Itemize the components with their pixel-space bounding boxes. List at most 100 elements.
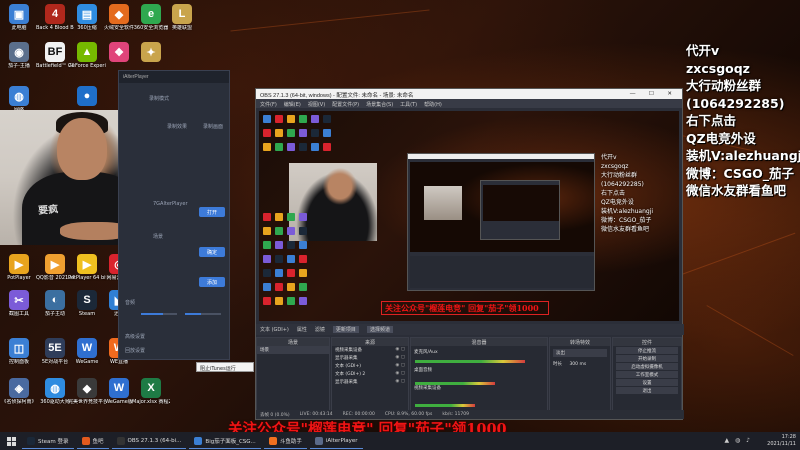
- desktop-icon[interactable]: ▲GeForce Experience: [68, 42, 106, 76]
- obs-preview[interactable]: 代开v zxcsgoqz 大行动粉丝群 (1064292285) 右下点击 QZ电竞外设装…: [259, 111, 679, 321]
- preview-icon: [299, 283, 307, 291]
- source-item[interactable]: 视频采集设备 ◉ ▢: [332, 346, 408, 354]
- source-name: 显示器采集: [335, 380, 358, 385]
- desktop-icon[interactable]: ▶ PotPlayer: [2, 254, 36, 288]
- visibility-eye-icon[interactable]: ◉ ▢: [395, 379, 405, 385]
- obs-control-button[interactable]: 工作室模式: [616, 371, 678, 378]
- taskbar-item[interactable]: Steam 登录: [22, 433, 74, 449]
- desktop-icon[interactable]: ◆ 火绒安全软件: [102, 4, 136, 38]
- obs-control-button[interactable]: 设置: [616, 379, 678, 386]
- source-name: 文本 (GDI+) 2: [335, 372, 366, 377]
- desktop-icon[interactable]: e 360安全浏览器: [134, 4, 168, 38]
- preview-icon: [323, 115, 331, 123]
- desktop-icon[interactable]: S Steam: [70, 290, 104, 324]
- transition-select[interactable]: 淡出: [553, 349, 607, 357]
- source-item[interactable]: 显示器采集 ◉ ▢: [332, 354, 408, 362]
- obs-menu-item[interactable]: 文件(F): [260, 101, 277, 108]
- source-name: 显示器采集: [335, 356, 358, 361]
- visibility-eye-icon[interactable]: ◉ ▢: [395, 347, 405, 353]
- overlay-line: 右下点击: [686, 113, 737, 128]
- clock[interactable]: 17:28 2021/11/11: [767, 434, 796, 448]
- obs-menubar: 文件(F) 编辑(E) 视图(V) 配置文件(P) 场景集合(S) 工具(T) 帮助(H): [256, 99, 682, 108]
- source-item[interactable]: 显示器采集 ◉ ▢: [332, 378, 408, 386]
- desktop-icon[interactable]: ▤ 360压缩: [70, 4, 104, 38]
- obs-menu-item[interactable]: 帮助(H): [424, 101, 442, 108]
- obs-menu-item[interactable]: 编辑(E): [284, 101, 301, 108]
- obs-menu-item[interactable]: 工具(T): [400, 101, 417, 108]
- preview-icon: [263, 255, 271, 263]
- app-icon: ◆: [109, 4, 129, 24]
- taskbar-item[interactable]: 鱼吧: [76, 433, 109, 449]
- desktop-icon[interactable]: 5E 5E对战平台: [38, 338, 72, 372]
- scenes-header: 场景: [257, 338, 329, 346]
- ialter-screen-label[interactable]: 录制画面: [203, 123, 223, 130]
- transition-duration[interactable]: 时长 300 ms: [550, 360, 610, 368]
- update-item-button[interactable]: 更新项目: [332, 326, 359, 333]
- desktop-icon[interactable]: ◉ 茄子-主播: [2, 42, 36, 76]
- desktop-icon[interactable]: 4Back 4 Blood Beta: [36, 4, 74, 38]
- obs-menu-item[interactable]: 配置文件(P): [332, 101, 359, 108]
- ialterplayer-window[interactable]: iAlterPlayer 录制模式 录制效果 录制画面 7GAlterPlaye…: [118, 70, 230, 360]
- start-button[interactable]: [0, 432, 22, 450]
- desktop-icon[interactable]: W WeGame版: [102, 378, 136, 412]
- desktop-icon[interactable]: ▶QQ影音 20210415...: [36, 254, 74, 288]
- preview-icon: [287, 297, 295, 305]
- ialter-confirm-button[interactable]: 确定: [199, 247, 225, 257]
- preview-icon: [287, 227, 295, 235]
- preview-icon: [287, 129, 295, 137]
- ialter-effect-label[interactable]: 录制效果: [167, 123, 187, 130]
- visibility-eye-icon[interactable]: ◉ ▢: [395, 371, 405, 377]
- desktop-icon[interactable]: ▶ PotPlayer 64 bit: [68, 254, 106, 288]
- obs-control-button[interactable]: 开始录制: [616, 355, 678, 362]
- visibility-eye-icon[interactable]: ◉ ▢: [395, 363, 405, 369]
- obs-menu-item[interactable]: 场景集合(S): [366, 101, 393, 108]
- desktop-icon[interactable]: ◆ 完美世界竞技平台: [68, 378, 106, 412]
- sources-header: 来源: [332, 338, 408, 346]
- obs-titlebar[interactable]: OBS 27.1.3 (64-bit, windows) - 配置文件: 未命名…: [256, 89, 682, 99]
- preview-icon: [311, 143, 319, 151]
- app-icon: ◍: [9, 86, 29, 106]
- obs-window[interactable]: OBS 27.1.3 (64-bit, windows) - 配置文件: 未命名…: [255, 88, 684, 420]
- desktop-icon[interactable]: BFBattlefield™ 2042 Ope...: [36, 42, 74, 76]
- select-channel-button[interactable]: 选择频道: [366, 326, 393, 333]
- scene-item[interactable]: 场景: [257, 346, 329, 354]
- duration-value[interactable]: 300 ms: [569, 362, 586, 367]
- desktop-icon[interactable]: ✂ 截图工具: [2, 290, 36, 324]
- desktop-icon[interactable]: ◍ 360驱动大师: [38, 378, 72, 412]
- preview-icon: [275, 255, 283, 263]
- app-icon: ▶: [77, 254, 97, 274]
- taskbar-item[interactable]: Big茄子面板_CSG...: [189, 433, 261, 449]
- source-item[interactable]: 文本 (GDI+) 2 ◉ ▢: [332, 370, 408, 378]
- app-icon: ❖: [109, 42, 129, 62]
- app-icon: 4: [45, 4, 65, 24]
- filters-button[interactable]: 滤镜: [315, 326, 325, 333]
- system-tray-icons[interactable]: ▲ ◍ ♪: [725, 437, 753, 444]
- desktop-icon[interactable]: ◫ 控制面板: [2, 338, 36, 372]
- ialter-mic-slider[interactable]: [185, 313, 221, 315]
- visibility-eye-icon[interactable]: ◉ ▢: [395, 355, 405, 361]
- overlay-line: 大行动粉丝群: [686, 78, 762, 93]
- obs-control-button[interactable]: 启动虚拟摄像机: [616, 363, 678, 370]
- window-controls[interactable]: — ☐ ✕: [630, 91, 678, 97]
- desktop-icon[interactable]: L 英雄联盟: [165, 4, 199, 38]
- desktop-icon[interactable]: ◈ 《名侦探柯南》: [1, 378, 37, 412]
- preview-icon: [263, 241, 271, 249]
- desktop-icon[interactable]: W WeGame: [70, 338, 104, 372]
- ialter-audio-label: 音频: [125, 300, 136, 306]
- obs-control-button[interactable]: 退出: [616, 387, 678, 394]
- ialter-add-button[interactable]: 添加: [199, 277, 225, 287]
- ialter-volume-slider[interactable]: [141, 313, 177, 315]
- taskbar-item[interactable]: OBS 27.1.3 (64-bi...: [111, 433, 187, 449]
- taskbar-item[interactable]: 斗鱼助手: [263, 433, 307, 449]
- taskbar-item-label: iAlterPlayer: [325, 437, 358, 444]
- obs-menu-item[interactable]: 视图(V): [308, 101, 325, 108]
- desktop-icon[interactable]: ◐ 茄子主动: [38, 290, 72, 324]
- taskbar-item[interactable]: iAlterPlayer: [309, 433, 363, 449]
- preview-icon: [287, 115, 295, 123]
- obs-control-button[interactable]: 停止推流: [616, 347, 678, 354]
- properties-button[interactable]: 属性: [297, 326, 307, 333]
- ialter-open-button[interactable]: 打开: [199, 207, 225, 217]
- desktop-icon[interactable]: X Major.xlsx 赛程2: [132, 378, 170, 412]
- desktop-icon[interactable]: ▣ 此电脑: [2, 4, 36, 38]
- source-item[interactable]: 文本 (GDI+) ◉ ▢: [332, 362, 408, 370]
